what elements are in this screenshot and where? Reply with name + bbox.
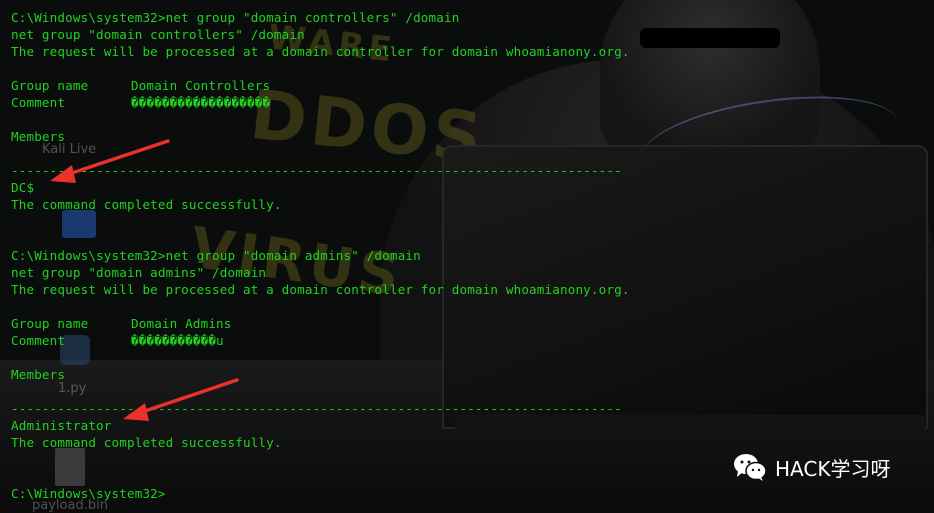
command-prompt[interactable]: C:\Windows\system32> [11,485,630,502]
command-echo-2: net group "domain admins" /domain [11,265,267,280]
watermark-text: HACK学习呀 [775,456,891,481]
watermark: HACK学习呀 [733,452,890,482]
comment-row-1: Comment ������������������ [11,94,630,111]
members-label-2: Members [11,367,66,382]
member-administrator: Administrator [11,418,112,433]
separator-2: ----------------------------------------… [11,401,622,416]
red-arrow-icon [50,139,170,183]
group-name-value: Domain Controllers [131,78,271,93]
group-name-label: Group name [11,316,89,331]
comment-label: Comment [11,95,66,110]
command-line-1: C:\Windows\system32>net group "domain co… [11,10,460,25]
group-name-label: Group name [11,78,89,93]
terminal-output[interactable]: C:\Windows\system32> net group "domain co… [11,9,630,502]
comment-value: ������������������ [131,95,271,110]
completed-message-2: The command completed successfully. [11,435,282,450]
request-message-2: The request will be processed at a domai… [11,282,630,297]
group-name-row-2: Group name Domain Admins [11,315,630,332]
request-message-1: The request will be processed at a domai… [11,44,630,59]
completed-message-1: The command completed successfully. [11,197,282,212]
comment-row-2: Comment �����������u [11,332,630,349]
group-name-row-1: Group name Domain Controllers [11,77,630,94]
red-arrow-icon [123,378,239,421]
command-echo-1: net group "domain controllers" /domain [11,27,305,42]
comment-label: Comment [11,333,66,348]
command-line-2: C:\Windows\system32>net group "domain ad… [11,248,421,263]
wechat-icon [734,454,767,481]
comment-value: �����������u [131,333,224,348]
glasses-shape [640,28,780,48]
group-name-value: Domain Admins [131,316,232,331]
